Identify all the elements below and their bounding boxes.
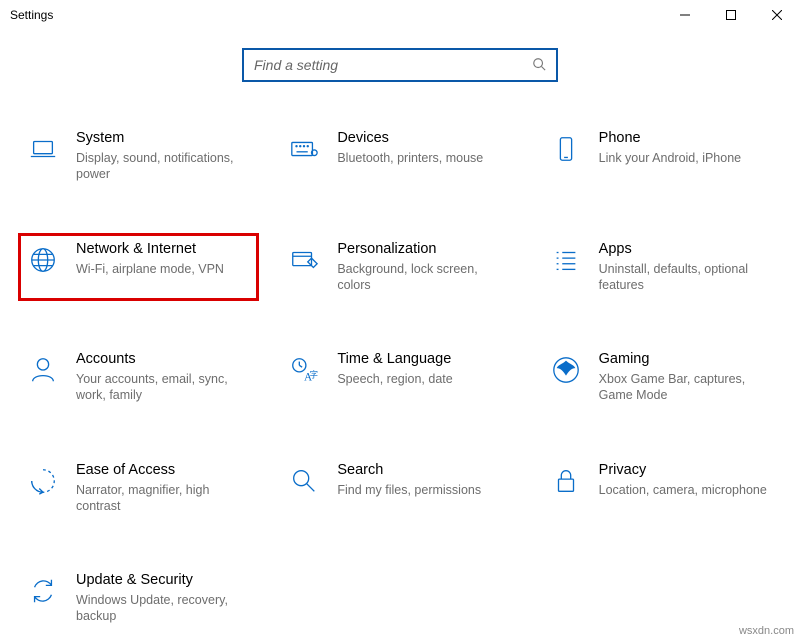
tile-text: Privacy Location, camera, microphone — [599, 462, 774, 498]
minimize-button[interactable] — [662, 0, 708, 30]
tile-desc: Wi-Fi, airplane mode, VPN — [76, 261, 251, 277]
search-container — [0, 48, 800, 82]
tile-desc: Location, camera, microphone — [599, 482, 774, 498]
tile-text: Gaming Xbox Game Bar, captures, Game Mod… — [599, 351, 774, 404]
tile-text: Search Find my files, permissions — [337, 462, 512, 498]
tile-desc: Find my files, permissions — [337, 482, 512, 498]
phone-icon — [549, 132, 583, 166]
list-icon — [549, 243, 583, 277]
tile-desc: Xbox Game Bar, captures, Game Mode — [599, 371, 774, 404]
tile-title: Devices — [337, 130, 512, 146]
time-language-icon: A字 — [287, 353, 321, 387]
person-icon — [26, 353, 60, 387]
globe-icon — [26, 243, 60, 277]
tile-title: Personalization — [337, 241, 512, 257]
tile-text: Apps Uninstall, defaults, optional featu… — [599, 241, 774, 294]
tile-desc: Background, lock screen, colors — [337, 261, 512, 294]
tile-network-internet[interactable]: Network & Internet Wi-Fi, airplane mode,… — [18, 233, 259, 302]
gaming-icon — [549, 353, 583, 387]
paint-icon — [287, 243, 321, 277]
tile-gaming[interactable]: Gaming Xbox Game Bar, captures, Game Mod… — [541, 343, 782, 412]
tile-title: Privacy — [599, 462, 774, 478]
tile-time-language[interactable]: A字 Time & Language Speech, region, date — [279, 343, 520, 412]
maximize-button[interactable] — [708, 0, 754, 30]
tile-phone[interactable]: Phone Link your Android, iPhone — [541, 122, 782, 191]
tile-title: Network & Internet — [76, 241, 251, 257]
tile-apps[interactable]: Apps Uninstall, defaults, optional featu… — [541, 233, 782, 302]
tile-system[interactable]: System Display, sound, notifications, po… — [18, 122, 259, 191]
lock-icon — [549, 464, 583, 498]
tile-text: System Display, sound, notifications, po… — [76, 130, 251, 183]
tile-title: Ease of Access — [76, 462, 251, 478]
search-box[interactable] — [242, 48, 558, 82]
tile-privacy[interactable]: Privacy Location, camera, microphone — [541, 454, 782, 523]
tile-personalization[interactable]: Personalization Background, lock screen,… — [279, 233, 520, 302]
tile-text: Update & Security Windows Update, recove… — [76, 572, 251, 625]
tile-text: Accounts Your accounts, email, sync, wor… — [76, 351, 251, 404]
watermark: wsxdn.com — [739, 625, 794, 637]
tile-title: Gaming — [599, 351, 774, 367]
tile-title: Apps — [599, 241, 774, 257]
tile-text: Phone Link your Android, iPhone — [599, 130, 774, 166]
titlebar: Settings — [0, 0, 800, 30]
tile-accounts[interactable]: Accounts Your accounts, email, sync, wor… — [18, 343, 259, 412]
tile-text: Network & Internet Wi-Fi, airplane mode,… — [76, 241, 251, 277]
tile-desc: Speech, region, date — [337, 371, 512, 387]
tile-desc: Link your Android, iPhone — [599, 150, 774, 166]
laptop-icon — [26, 132, 60, 166]
tile-devices[interactable]: Devices Bluetooth, printers, mouse — [279, 122, 520, 191]
svg-text:字: 字 — [310, 370, 318, 380]
ease-of-access-icon — [26, 464, 60, 498]
tile-ease-of-access[interactable]: Ease of Access Narrator, magnifier, high… — [18, 454, 259, 523]
tile-desc: Windows Update, recovery, backup — [76, 592, 251, 625]
tile-text: Personalization Background, lock screen,… — [337, 241, 512, 294]
tile-title: System — [76, 130, 251, 146]
window-title: Settings — [10, 8, 53, 22]
tile-desc: Display, sound, notifications, power — [76, 150, 251, 183]
tile-desc: Uninstall, defaults, optional features — [599, 261, 774, 294]
tile-search[interactable]: Search Find my files, permissions — [279, 454, 520, 523]
close-button[interactable] — [754, 0, 800, 30]
tile-text: Ease of Access Narrator, magnifier, high… — [76, 462, 251, 515]
tile-title: Accounts — [76, 351, 251, 367]
tile-title: Time & Language — [337, 351, 512, 367]
settings-grid: System Display, sound, notifications, po… — [0, 122, 800, 633]
search-input[interactable] — [254, 57, 532, 73]
sync-icon — [26, 574, 60, 608]
tile-text: Devices Bluetooth, printers, mouse — [337, 130, 512, 166]
tile-desc: Bluetooth, printers, mouse — [337, 150, 512, 166]
tile-text: Time & Language Speech, region, date — [337, 351, 512, 387]
tile-desc: Your accounts, email, sync, work, family — [76, 371, 251, 404]
magnifier-icon — [287, 464, 321, 498]
tile-title: Search — [337, 462, 512, 478]
tile-title: Update & Security — [76, 572, 251, 588]
window-controls — [662, 0, 800, 30]
tile-update-security[interactable]: Update & Security Windows Update, recove… — [18, 564, 259, 633]
keyboard-icon — [287, 132, 321, 166]
tile-desc: Narrator, magnifier, high contrast — [76, 482, 251, 515]
tile-title: Phone — [599, 130, 774, 146]
search-icon — [532, 57, 546, 74]
